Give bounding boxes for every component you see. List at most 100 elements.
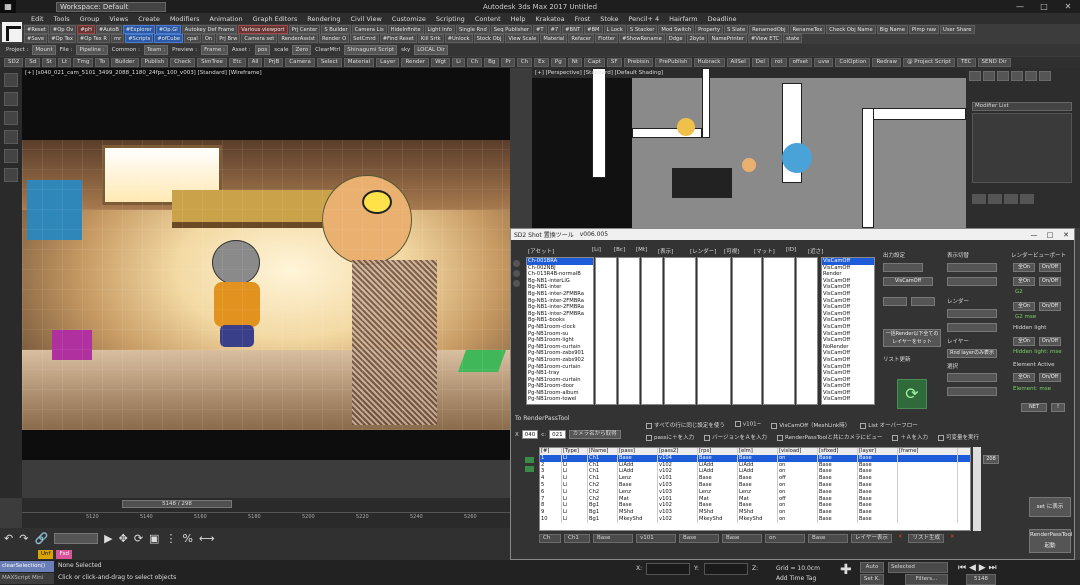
script-button[interactable]: RenamedObj xyxy=(749,25,789,34)
ribbon-button[interactable]: St xyxy=(42,58,56,67)
asset-list-item[interactable]: Bg-NB1-inter-2FMBRa xyxy=(527,304,593,311)
select-icon[interactable]: ▶ xyxy=(104,532,112,545)
ribbon-button[interactable]: Etc xyxy=(228,58,246,67)
viewport-label[interactable]: [+] [Perspective] [Standard] [Default Sh… xyxy=(535,70,663,76)
app-menu-icon[interactable] xyxy=(2,22,22,42)
script-button[interactable]: Various viewport xyxy=(238,25,288,34)
playback-controls-icon[interactable]: ⏮ ◀ ▶ ⏭ xyxy=(958,563,997,573)
ribbon-button[interactable]: rot xyxy=(770,58,787,67)
script-button[interactable]: S Slate xyxy=(724,25,749,34)
remove-row-icon[interactable] xyxy=(525,466,534,472)
ribbon-button[interactable]: Sd xyxy=(25,58,41,67)
move-icon[interactable]: ✥ xyxy=(119,532,128,545)
tool-icon[interactable] xyxy=(4,92,18,106)
create-tab-icon[interactable] xyxy=(969,71,981,81)
script-button[interactable]: #7 xyxy=(547,25,562,34)
layer-btn-1[interactable] xyxy=(947,373,997,382)
script-button[interactable]: Flotter xyxy=(595,34,619,43)
ribbon-button[interactable]: Layer xyxy=(376,58,400,67)
render-layer-btn[interactable]: Rnd layerのみ表示 xyxy=(947,349,997,358)
ribbon-button[interactable]: Nt xyxy=(567,58,582,67)
delete-icon[interactable]: ✕ xyxy=(895,534,906,543)
mirror-icon[interactable]: ⟷ xyxy=(199,532,215,545)
ribbon-button[interactable]: Material xyxy=(343,58,375,67)
table-row[interactable]: 6 Li Ch2 Lenz v103 Lenz Lenz on Base Base xyxy=(540,488,970,496)
asset-list-item[interactable]: Bg-NB1-inter-2FMBRa xyxy=(527,311,593,318)
menu-edit[interactable]: Edit xyxy=(26,15,49,23)
mt-column[interactable] xyxy=(641,257,663,405)
project-row-item[interactable]: Zero xyxy=(292,45,312,55)
motion-tab-icon[interactable] xyxy=(1011,71,1023,81)
asset-list-item[interactable]: Pg-NB1room-curtain xyxy=(527,364,593,371)
script-button[interactable]: User Share xyxy=(940,25,975,34)
table-row[interactable]: 5 Li Ch2 Base v103 Base Base on Base Base xyxy=(540,481,970,489)
asset-list-item[interactable]: Bg-NB1-inter-2FMBRa xyxy=(527,291,593,298)
remove-modifier-icon[interactable] xyxy=(1020,194,1034,204)
pin-stack-icon[interactable] xyxy=(972,194,986,204)
script-button[interactable]: Kill Srtk xyxy=(417,34,444,43)
script-button[interactable]: #Op Tex R xyxy=(76,34,111,43)
add-time-tag[interactable]: Add Time Tag xyxy=(776,575,816,582)
undo-icon[interactable]: ↶ xyxy=(4,532,13,545)
viscam-list-item[interactable]: VisCamOff xyxy=(822,265,874,272)
script-button[interactable]: Property xyxy=(695,25,724,34)
onoff-btn[interactable]: On/Off xyxy=(1039,373,1061,382)
layer-btn-2[interactable] xyxy=(947,387,997,396)
tool-icon[interactable] xyxy=(4,130,18,144)
delete-icon[interactable]: ✕ xyxy=(947,534,958,543)
maximize-icon[interactable]: □ xyxy=(1032,0,1056,13)
circle-icon[interactable] xyxy=(513,260,520,267)
menu-modifiers[interactable]: Modifiers xyxy=(165,15,205,23)
viscam-list-item[interactable]: VisCamOff xyxy=(822,331,874,338)
onoff-btn[interactable]: On/Off xyxy=(1039,337,1061,346)
help-btn[interactable]: ! xyxy=(1051,403,1065,412)
menu-civil-view[interactable]: Civil View xyxy=(345,15,386,23)
script-button[interactable]: Plmp raw xyxy=(908,25,940,34)
asset-list-item[interactable]: Pg-NB1room-door xyxy=(527,383,593,390)
ribbon-button[interactable]: Camera xyxy=(285,58,315,67)
viscam-list-item[interactable]: VisCamOff xyxy=(822,396,874,403)
modify-tab-icon[interactable] xyxy=(983,71,995,81)
tool-maximize-icon[interactable]: □ xyxy=(1042,231,1058,239)
tool-close-icon[interactable]: ✕ xyxy=(1058,231,1074,239)
batch-render-btn[interactable]: 一括Render以下全てのレイヤーをセット xyxy=(883,329,941,347)
table-row[interactable]: 7 Li Ch2 Mat v101 Mat Mat off Base Base xyxy=(540,495,970,503)
perspective-viewport[interactable]: [+] [Perspective] [Standard] [Default Sh… xyxy=(532,68,966,228)
ribbon-button[interactable]: Ex xyxy=(534,58,549,67)
ribbon-button[interactable]: SEND Dir xyxy=(977,58,1011,67)
menu-rendering[interactable]: Rendering xyxy=(302,15,345,23)
script-button[interactable]: HideInfinite xyxy=(387,25,424,34)
tag-fsd[interactable]: Fsd xyxy=(56,549,72,559)
script-button[interactable]: Prj Brw xyxy=(216,34,241,43)
ribbon-button[interactable]: Publish xyxy=(140,58,169,67)
viscam-list-item[interactable]: VisCamOff xyxy=(822,337,874,344)
viscam-list[interactable]: VisCamOff VisCamOff Render VisCamOff VisCamO… xyxy=(821,257,875,405)
check-same-settings[interactable]: すべての行に同じ設定を使う xyxy=(646,421,725,429)
ribbon-button[interactable]: AllSel xyxy=(726,58,750,67)
asset-list-item[interactable]: Bg-NB1-inter xyxy=(527,284,593,291)
script-button[interactable]: S Stacker xyxy=(626,25,658,34)
display-column[interactable] xyxy=(664,257,696,405)
asset-list-item[interactable]: Bg-NB1-books xyxy=(527,317,593,324)
table-row[interactable]: 3 Li Ch1 LiAdd v102 LiAdd LiAdd on Base Base xyxy=(540,468,970,476)
onoff-btn[interactable]: On/Off xyxy=(1039,302,1061,311)
circle-icon[interactable] xyxy=(513,270,520,277)
key-icon[interactable]: ✚ xyxy=(840,562,852,578)
script-button[interactable]: Check Obj Name xyxy=(826,25,876,34)
viscam-list-item[interactable]: VisCamOff xyxy=(822,304,874,311)
check-v101[interactable]: v101~ xyxy=(734,421,761,429)
check-plus-a[interactable]: ＋Ａを入力 xyxy=(892,433,928,441)
ribbon-button[interactable]: Ch xyxy=(466,58,483,67)
script-button[interactable]: RenameTex xyxy=(789,25,826,34)
table-row[interactable]: 9 Li Bg1 MShd v103 MShd MShd on Base Base xyxy=(540,509,970,516)
project-row-item[interactable]: Frame : xyxy=(201,45,228,55)
asset-list-item[interactable]: Bg-NB1-inter-2FMBRa xyxy=(527,298,593,305)
check-viscamoff[interactable]: VisCamOff（MeshLink時） xyxy=(771,421,850,429)
menu-help[interactable]: Help xyxy=(506,15,531,23)
viscam-list-item[interactable]: VisCamOff xyxy=(822,311,874,318)
viscam-select[interactable]: VisCamOff xyxy=(883,277,933,286)
asset-list-item[interactable]: Pg-NB1room-curtain xyxy=(527,377,593,384)
copy-btn[interactable] xyxy=(883,297,907,306)
script-button[interactable]: #pH xyxy=(77,25,95,34)
ribbon-button[interactable]: TEC xyxy=(956,58,976,67)
